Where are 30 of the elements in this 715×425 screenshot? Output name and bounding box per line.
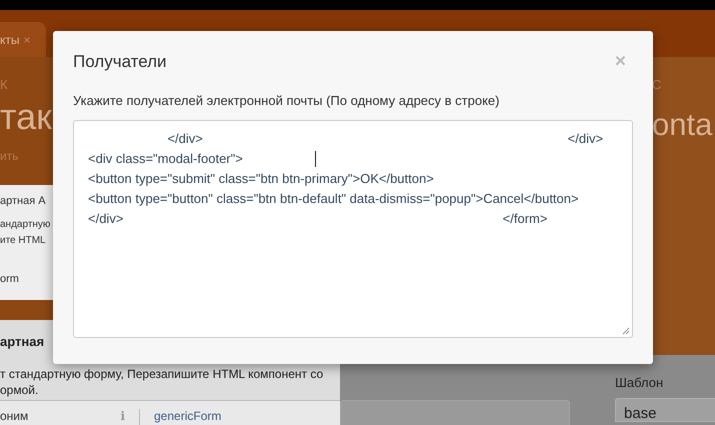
code-line: <button type="submit" class="btn btn-primary">OK</button> — [88, 170, 434, 188]
text-area[interactable]: </div> </div> <div class="modal-footer"> <button type="submit" class="btn btn-primary">OK</button> <button type="button" class="btn btn-default" data-dismiss="popup">Cancel</button> </div> </form> — [73, 120, 633, 338]
close-icon[interactable]: × — [614, 53, 626, 71]
card-text: ите HTML — [0, 234, 46, 248]
code-line: <button type="button" class="btn btn-default" data-dismiss="popup">Cancel</button> — [88, 190, 579, 208]
page-title: так — [0, 95, 52, 139]
modal-title: Получатели — [73, 52, 167, 72]
section-title: артная — [0, 333, 44, 350]
code-line: </div> </div> — [166, 130, 604, 148]
code-line: <div class="modal-footer"> — [88, 150, 244, 168]
resize-grip-icon[interactable] — [622, 327, 630, 335]
instruction-text: Укажите получателей электронной почты (По одному адресу в строке) — [73, 93, 500, 108]
page-title: onta — [652, 106, 712, 144]
breadcrumb[interactable]: К — [0, 77, 8, 95]
field-label: Шаблон — [615, 375, 664, 390]
section-description: т стандартную форму, Перезапишите HTML компонент со — [0, 366, 324, 382]
template-select[interactable]: base — [615, 398, 715, 422]
close-icon[interactable]: × — [24, 32, 31, 46]
breadcrumb[interactable]: С — [652, 77, 662, 95]
input-field[interactable] — [340, 400, 570, 425]
card-text: андартную — [0, 218, 50, 232]
tab[interactable]: кты × — [0, 22, 46, 57]
table-cell: оним — [0, 409, 28, 425]
info-icon: i — [120, 409, 125, 425]
card-title: артная А — [0, 195, 46, 207]
section-description: ормой. — [0, 382, 38, 398]
table-cell-text: genericForm — [153, 409, 222, 423]
code-line: </div> </form> — [88, 210, 548, 228]
toolbar-link[interactable]: ить — [0, 149, 18, 163]
card-footer-text: orm — [0, 273, 19, 285]
